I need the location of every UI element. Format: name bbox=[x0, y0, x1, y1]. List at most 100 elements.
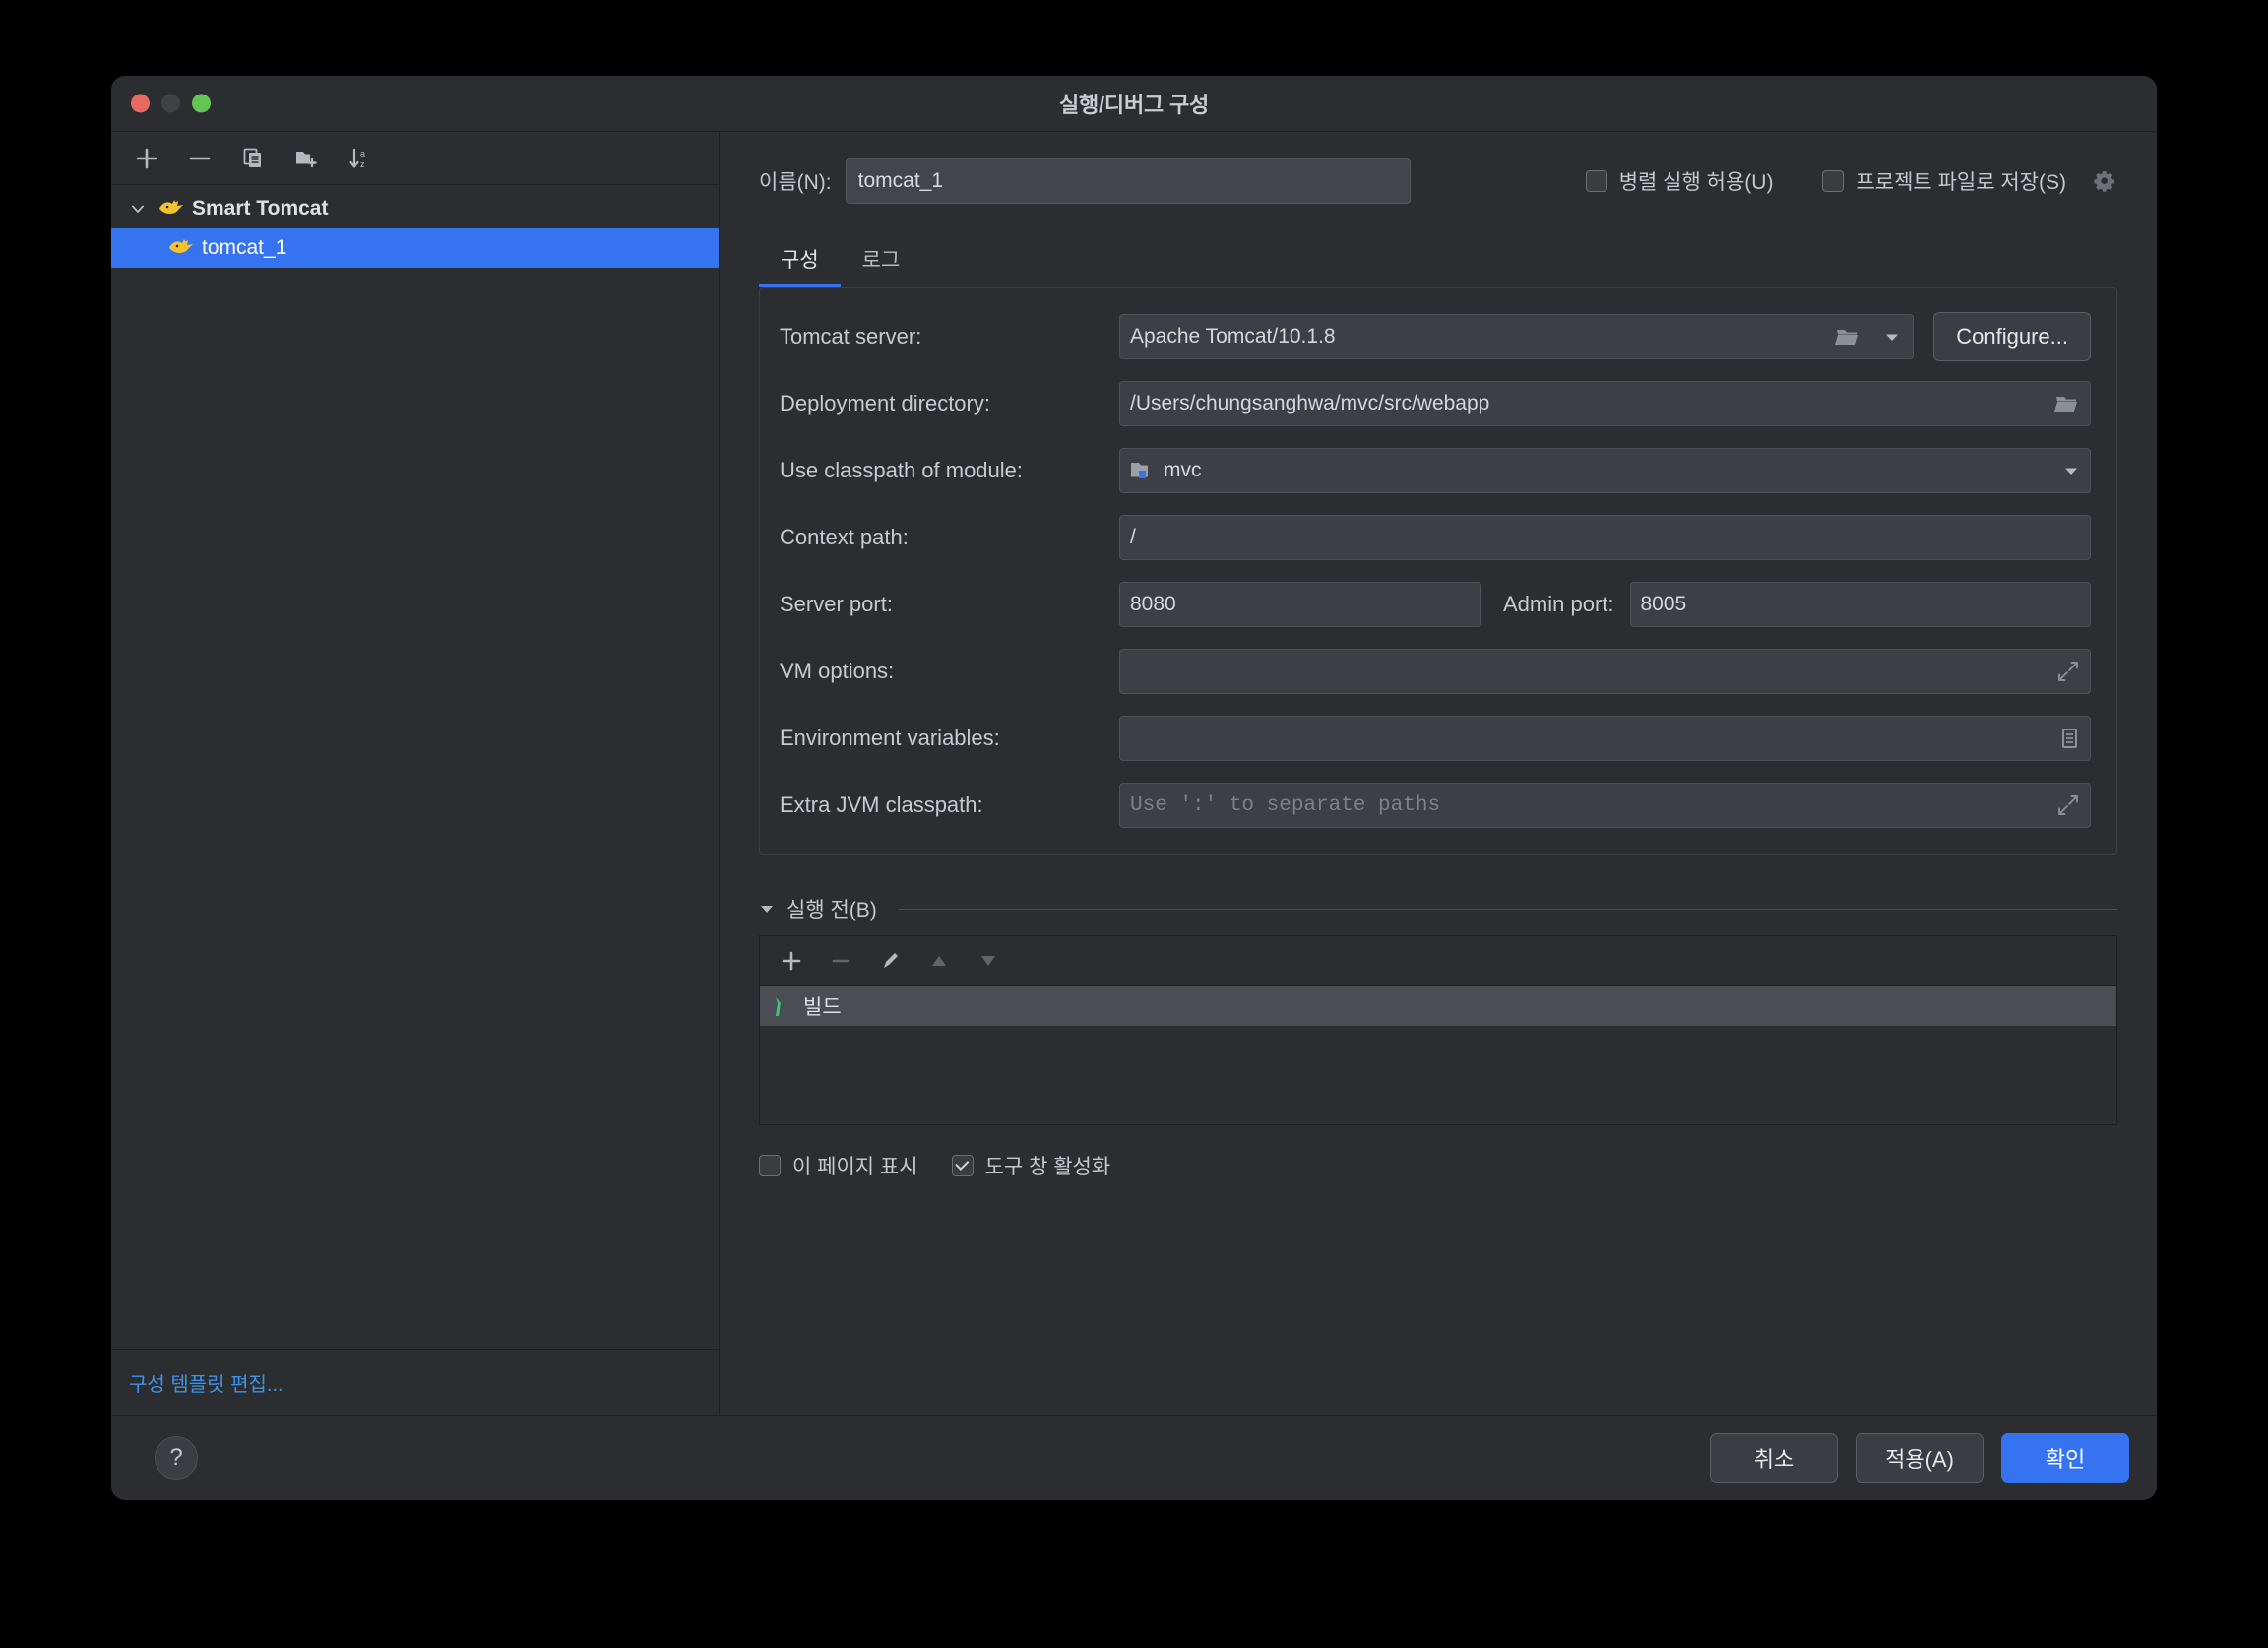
help-button-label: ? bbox=[169, 1444, 183, 1471]
activate-tool-window-checkbox[interactable] bbox=[951, 1155, 974, 1176]
configurations-tree[interactable]: Smart Tomcat tomcat_1 bbox=[111, 185, 719, 1349]
deployment-directory-row: Deployment directory: /Users/chungsanghw… bbox=[780, 381, 2091, 426]
copy-configuration-button[interactable] bbox=[235, 141, 271, 176]
configuration-editor: 이름(N): tomcat_1 병렬 실행 허용(U) 프로젝트 파일로 저장(… bbox=[720, 132, 2157, 1415]
tab-logs[interactable]: 로그 bbox=[841, 230, 922, 287]
context-path-input[interactable]: / bbox=[1119, 515, 2091, 560]
title-bar: 실행/디버그 구성 bbox=[111, 76, 2157, 132]
environment-variables-row: Environment variables: bbox=[780, 716, 2091, 761]
env-list-icon[interactable] bbox=[2050, 727, 2080, 750]
before-launch-header[interactable]: 실행 전(B) bbox=[759, 894, 2117, 923]
store-as-project-file-checkbox[interactable]: 프로젝트 파일로 저장(S) bbox=[1822, 166, 2066, 196]
use-classpath-of-module-row: Use classpath of module: mvc bbox=[780, 448, 2091, 493]
context-path-label: Context path: bbox=[780, 525, 909, 549]
show-this-page-checkbox[interactable] bbox=[759, 1155, 781, 1176]
name-input-value: tomcat_1 bbox=[857, 169, 944, 192]
section-divider bbox=[898, 908, 2117, 910]
name-input[interactable]: tomcat_1 bbox=[845, 158, 1411, 204]
extra-jvm-classpath-input[interactable]: Use ':' to separate paths bbox=[1119, 783, 2091, 828]
svg-text:z: z bbox=[360, 159, 365, 169]
folder-icon[interactable] bbox=[1827, 326, 1860, 348]
before-launch-task-list[interactable]: 빌드 bbox=[760, 986, 2116, 1124]
allow-parallel-run-checkbox[interactable]: 병렬 실행 허용(U) bbox=[1585, 166, 1773, 196]
remove-task-button[interactable] bbox=[825, 945, 856, 977]
close-window-button[interactable] bbox=[131, 94, 150, 113]
extra-jvm-classpath-row: Extra JVM classpath: Use ':' to separate… bbox=[780, 783, 2091, 828]
name-label: 이름(N): bbox=[759, 171, 832, 194]
sidebar-toolbar: a z bbox=[111, 132, 719, 185]
expand-icon[interactable] bbox=[2048, 660, 2080, 683]
page-title: 실행/디버그 구성 bbox=[1058, 93, 1210, 117]
show-this-page-label: 이 페이지 표시 bbox=[792, 1156, 918, 1178]
run-debug-configurations-dialog: 실행/디버그 구성 a z Smart Tomcat tomcat_1 구성 템… bbox=[111, 76, 2157, 1500]
folder-icon[interactable] bbox=[2047, 393, 2080, 414]
chevron-down-icon[interactable] bbox=[125, 196, 151, 222]
move-task-up-button[interactable] bbox=[923, 945, 955, 977]
task-label: 빌드 bbox=[803, 996, 842, 1019]
cancel-button[interactable]: 취소 bbox=[1710, 1433, 1838, 1483]
tab-logs-label: 로그 bbox=[861, 249, 901, 272]
vm-options-row: VM options: bbox=[780, 649, 2091, 694]
deployment-directory-input[interactable]: /Users/chungsanghwa/mvc/src/webapp bbox=[1119, 381, 2091, 426]
svg-text:a: a bbox=[360, 149, 365, 158]
list-item[interactable]: 빌드 bbox=[760, 986, 2116, 1026]
add-task-button[interactable] bbox=[776, 945, 807, 977]
environment-variables-input[interactable] bbox=[1119, 716, 2091, 761]
new-folder-button[interactable] bbox=[288, 141, 324, 176]
extra-jvm-classpath-label: Extra JVM classpath: bbox=[780, 792, 983, 817]
add-configuration-button[interactable] bbox=[129, 141, 164, 176]
tomcat-icon bbox=[166, 235, 196, 261]
caret-down-icon[interactable] bbox=[759, 902, 775, 916]
tab-configuration[interactable]: 구성 bbox=[759, 230, 841, 287]
configurations-sidebar: a z Smart Tomcat tomcat_1 구성 템플릿 편집... bbox=[111, 132, 720, 1415]
before-launch-box: 빌드 bbox=[759, 935, 2117, 1125]
sort-configurations-button[interactable]: a z bbox=[342, 141, 377, 176]
help-button[interactable]: ? bbox=[155, 1436, 198, 1480]
ports-row: Server port: 8080 Admin port: 8005 bbox=[780, 582, 2091, 627]
vm-options-label: VM options: bbox=[780, 659, 895, 683]
window-controls bbox=[131, 94, 211, 113]
use-classpath-of-module-label: Use classpath of module: bbox=[780, 458, 1024, 482]
activate-tool-window-label: 도구 창 활성화 bbox=[984, 1156, 1111, 1178]
name-row: 이름(N): tomcat_1 병렬 실행 허용(U) 프로젝트 파일로 저장(… bbox=[759, 132, 2117, 230]
sidebar-footer: 구성 템플릿 편집... bbox=[111, 1349, 719, 1415]
tomcat-server-input[interactable]: Apache Tomcat/10.1.8 bbox=[1119, 314, 1871, 359]
store-as-project-file-label: 프로젝트 파일로 저장(S) bbox=[1856, 171, 2066, 194]
dialog-footer: ? 취소 적용(A) 확인 bbox=[111, 1415, 2157, 1500]
server-port-value: 8080 bbox=[1130, 593, 1176, 615]
module-icon bbox=[1130, 460, 1154, 481]
configure-button-label: Configure... bbox=[1956, 324, 2068, 349]
vm-options-input[interactable] bbox=[1119, 649, 2091, 694]
apply-button[interactable]: 적용(A) bbox=[1856, 1433, 1984, 1483]
server-port-input[interactable]: 8080 bbox=[1119, 582, 1481, 627]
deployment-directory-value: /Users/chungsanghwa/mvc/src/webapp bbox=[1130, 392, 1490, 414]
ok-button-label: 확인 bbox=[2045, 1447, 2086, 1472]
edit-task-button[interactable] bbox=[874, 945, 906, 977]
tree-item-label: tomcat_1 bbox=[202, 236, 287, 259]
admin-port-input[interactable]: 8005 bbox=[1629, 582, 2091, 627]
checkbox-box[interactable] bbox=[1585, 170, 1607, 192]
edit-configuration-templates-link[interactable]: 구성 템플릿 편집... bbox=[129, 1368, 284, 1397]
zoom-window-button[interactable] bbox=[192, 94, 211, 113]
minimize-window-button[interactable] bbox=[161, 94, 180, 113]
tree-group-smart-tomcat[interactable]: Smart Tomcat bbox=[111, 189, 719, 228]
move-task-down-button[interactable] bbox=[973, 945, 1004, 977]
use-classpath-of-module-combobox[interactable]: mvc bbox=[1119, 448, 2091, 493]
configure-button[interactable]: Configure... bbox=[1933, 312, 2091, 361]
extra-jvm-classpath-placeholder: Use ':' to separate paths bbox=[1130, 793, 1441, 817]
tomcat-server-value: Apache Tomcat/10.1.8 bbox=[1130, 325, 1336, 348]
ok-button[interactable]: 확인 bbox=[2001, 1433, 2129, 1483]
checkbox-box[interactable] bbox=[1822, 170, 1845, 192]
gear-dropdown-icon[interactable] bbox=[2092, 168, 2117, 194]
sidebar-item-tomcat-1[interactable]: tomcat_1 bbox=[111, 228, 719, 268]
context-path-value: / bbox=[1130, 526, 1136, 548]
server-port-label: Server port: bbox=[780, 592, 893, 616]
before-launch-section: 실행 전(B) 빌드 이 페이지 표시 도구 창 활성화 bbox=[759, 894, 2117, 1180]
tomcat-icon bbox=[157, 196, 186, 222]
tomcat-server-row: Tomcat server: Apache Tomcat/10.1.8 Conf… bbox=[780, 312, 2091, 361]
remove-configuration-button[interactable] bbox=[182, 141, 218, 176]
expand-icon[interactable] bbox=[2048, 793, 2080, 817]
chevron-down-icon[interactable] bbox=[2054, 464, 2080, 477]
environment-variables-label: Environment variables: bbox=[780, 726, 1000, 750]
tomcat-server-dropdown-button[interactable] bbox=[1870, 314, 1915, 359]
